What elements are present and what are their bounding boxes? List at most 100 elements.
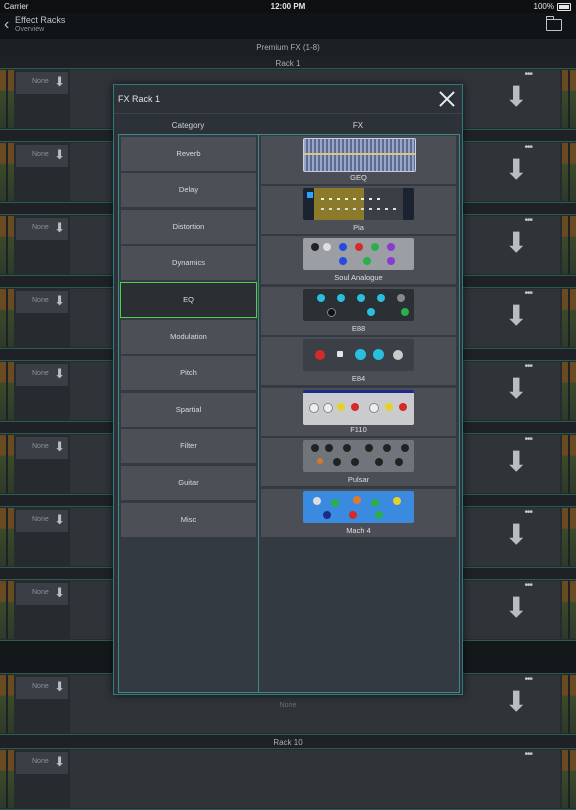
category-spartial[interactable]: Spartial [121,393,256,427]
arrow-down-icon[interactable]: ⬇ [505,521,528,549]
slot-selector[interactable]: None ⬇ [16,583,68,605]
fx-item-mach-4[interactable]: Mach 4 [261,489,456,537]
rack-10-label: Rack 10 [273,738,303,747]
fx-panel[interactable] [70,750,560,808]
fx-name: E84 [351,374,366,383]
arrow-down-icon: ⬇ [54,439,65,454]
slot-selector[interactable]: None ⬇ [16,437,68,459]
fx-list: GEQ Pia Soul Analogue E88 E84 F110 Pulsa… [258,134,460,693]
arrow-down-icon[interactable]: ⬇ [505,83,528,111]
arrow-down-icon: ⬇ [54,293,65,308]
slot-selector[interactable]: None ⬇ [16,677,68,699]
category-misc[interactable]: Misc [121,503,256,537]
arrow-down-icon: ⬇ [54,147,65,162]
level-meter-left [0,362,14,420]
more-icon[interactable]: ••• [524,507,532,518]
more-icon[interactable]: ••• [524,674,532,685]
slot-selector[interactable]: None ⬇ [16,510,68,532]
level-meter-right [562,362,576,420]
arrow-down-icon[interactable]: ⬇ [505,156,528,184]
section-header: Premium FX (1-8) [0,39,576,56]
arrow-down-icon: ⬇ [54,366,65,381]
slot-none-label: None [32,443,49,450]
level-meter-right [562,581,576,639]
battery-percent: 100% [533,2,554,11]
level-meter-left [0,70,14,128]
panel-none-label: None [279,702,297,709]
category-reverb[interactable]: Reverb [121,137,256,171]
e88-thumbnail [303,289,414,321]
nav-subtitle: Overview [15,26,45,33]
close-icon[interactable] [438,90,456,108]
more-icon[interactable]: ••• [524,434,532,445]
category-modulation[interactable]: Modulation [121,320,256,354]
folder-icon[interactable] [545,16,562,31]
category-pitch[interactable]: Pitch [121,356,256,390]
fx-item-e88[interactable]: E88 [261,287,456,335]
level-meter-right [562,289,576,347]
level-meter-right [562,216,576,274]
divider [114,113,462,114]
level-meter-left [0,581,14,639]
fx-name: Pia [353,223,364,232]
fx-slot-10[interactable]: None ⬇ ••• [0,748,576,810]
level-meter-left [0,750,14,808]
fx-item-pulsar[interactable]: Pulsar [261,438,456,486]
more-icon[interactable]: ••• [524,361,532,372]
status-bar: Carrier 12:00 PM 100% [0,0,576,13]
slot-selector[interactable]: None ⬇ [16,72,68,94]
category-dynamics[interactable]: Dynamics [121,246,256,280]
fx-name: Soul Analogue [334,273,383,282]
fx-name: GEQ [350,173,367,182]
pia-thumbnail [303,188,414,220]
nav-title: Effect Racks [15,15,66,25]
fx-item-f110[interactable]: F110 [261,388,456,436]
fx-item-soul-analogue[interactable]: Soul Analogue [261,236,456,284]
battery-icon [557,3,571,11]
slot-selector[interactable]: None ⬇ [16,145,68,167]
arrow-down-icon: ⬇ [54,74,65,89]
fx-picker-modal: FX Rack 1 Category FX Reverb Delay Disto… [113,84,463,695]
slot-selector[interactable]: None ⬇ [16,364,68,386]
slot-none-label: None [32,78,49,85]
more-icon[interactable]: ••• [524,69,532,80]
level-meter-right [562,508,576,566]
navigation-bar: ‹ Effect Racks Overview [0,13,576,40]
fx-item-e84[interactable]: E84 [261,337,456,385]
category-filter[interactable]: Filter [121,429,256,463]
category-delay[interactable]: Delay [121,173,256,207]
soul-analogue-thumbnail [303,238,414,270]
level-meter-left [0,289,14,347]
fx-item-pia[interactable]: Pia [261,186,456,234]
arrow-down-icon[interactable]: ⬇ [505,302,528,330]
pulsar-thumbnail [303,440,414,472]
arrow-down-icon[interactable]: ⬇ [505,688,528,716]
e84-thumbnail [303,339,414,371]
level-meter-left [0,143,14,201]
more-icon[interactable]: ••• [524,288,532,299]
mach-4-thumbnail [303,491,414,523]
slot-selector[interactable]: None ⬇ [16,291,68,313]
slot-selector[interactable]: None ⬇ [16,752,68,774]
arrow-down-icon[interactable]: ⬇ [505,375,528,403]
arrow-down-icon: ⬇ [54,512,65,527]
clock: 12:00 PM [270,2,306,11]
back-button[interactable]: ‹ [4,17,9,33]
more-icon[interactable]: ••• [524,580,532,591]
slot-none-label: None [32,297,49,304]
more-icon[interactable]: ••• [524,142,532,153]
level-meter-right [562,435,576,493]
slot-selector[interactable]: None ⬇ [16,218,68,240]
fx-item-geq[interactable]: GEQ [261,136,456,184]
fx-name: F110 [350,425,367,434]
category-distortion[interactable]: Distortion [121,210,256,244]
category-guitar[interactable]: Guitar [121,466,256,500]
arrow-down-icon[interactable]: ⬇ [505,448,528,476]
arrow-down-icon[interactable]: ⬇ [505,229,528,257]
arrow-down-icon[interactable]: ⬇ [505,594,528,622]
category-eq[interactable]: EQ [120,282,257,318]
more-icon[interactable]: ••• [524,215,532,226]
level-meter-right [562,750,576,808]
slot-none-label: None [32,758,49,765]
more-icon[interactable]: ••• [524,749,532,760]
